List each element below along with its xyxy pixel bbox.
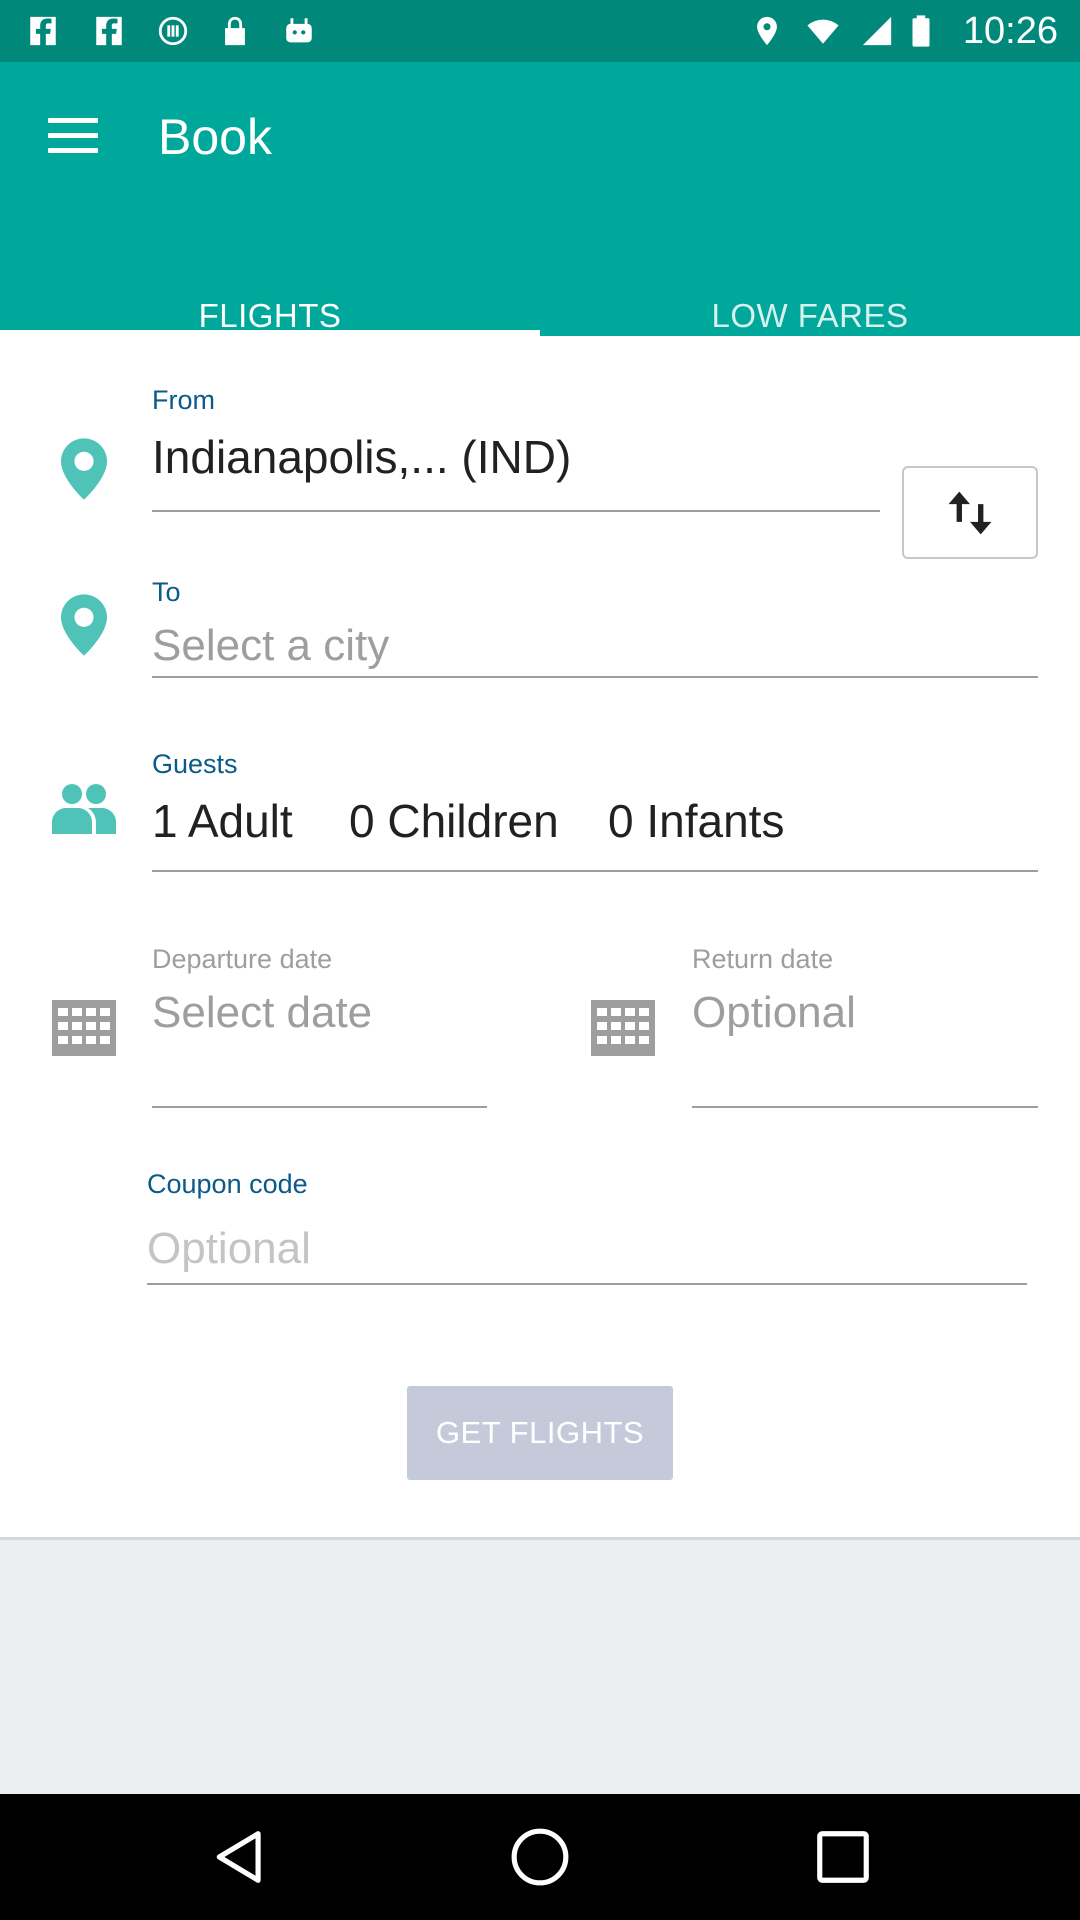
departure-date-field[interactable]: Select date — [152, 988, 372, 1038]
from-label: From — [152, 385, 215, 415]
menu-icon[interactable] — [48, 118, 98, 162]
facebook-icon — [30, 16, 56, 46]
to-underline — [152, 676, 1038, 678]
tab-flights[interactable]: FLIGHTS — [0, 252, 540, 336]
page-title: Book — [158, 109, 272, 165]
return-underline — [692, 1106, 1038, 1108]
app-bar: Book FLIGHTS LOW FARES — [0, 62, 1080, 336]
wifi-icon — [807, 19, 839, 44]
departure-label: Departure date — [152, 944, 333, 974]
guests-underline — [152, 870, 1038, 872]
back-icon[interactable] — [209, 1826, 271, 1888]
status-bar: 10:26 — [0, 0, 1080, 62]
tab-low-fares-label: LOW FARES — [711, 297, 909, 334]
location-icon — [757, 16, 777, 46]
return-label: Return date — [692, 944, 834, 974]
to-field[interactable]: Select a city — [152, 621, 389, 671]
coupon-field[interactable]: Optional — [147, 1224, 311, 1274]
from-field[interactable]: Indianapolis,... (IND) — [152, 430, 571, 484]
tab-low-fares[interactable]: LOW FARES — [540, 252, 1080, 336]
recents-icon[interactable] — [812, 1826, 874, 1888]
android-icon — [286, 18, 312, 43]
battery-icon — [912, 15, 930, 47]
children-count[interactable]: 0 Children — [349, 794, 559, 848]
get-flights-button[interactable]: GET FLIGHTS — [407, 1386, 673, 1480]
swap-arrows-icon — [948, 491, 992, 534]
calendar-icon — [52, 1000, 116, 1056]
home-icon[interactable] — [509, 1826, 571, 1888]
to-label: To — [152, 577, 181, 607]
infants-count[interactable]: 0 Infants — [608, 794, 784, 848]
return-date-field[interactable]: Optional — [692, 988, 856, 1038]
status-time: 10:26 — [962, 10, 1058, 52]
calendar-icon — [591, 1000, 655, 1056]
facebook-icon — [96, 16, 122, 46]
signal-icon — [862, 16, 892, 46]
swap-button[interactable] — [902, 466, 1038, 559]
navigation-bar — [0, 1794, 1080, 1920]
coupon-label: Coupon code — [147, 1169, 308, 1199]
guests-label: Guests — [152, 749, 238, 779]
from-underline — [152, 510, 880, 512]
adults-count[interactable]: 1 Adult — [152, 794, 293, 848]
coupon-underline — [147, 1283, 1027, 1285]
location-pin-icon — [61, 438, 107, 500]
lock-icon — [225, 16, 245, 46]
guests-icon — [52, 784, 116, 834]
departure-underline — [152, 1106, 487, 1108]
location-pin-icon — [61, 594, 107, 656]
phone-signal-icon — [158, 16, 188, 46]
